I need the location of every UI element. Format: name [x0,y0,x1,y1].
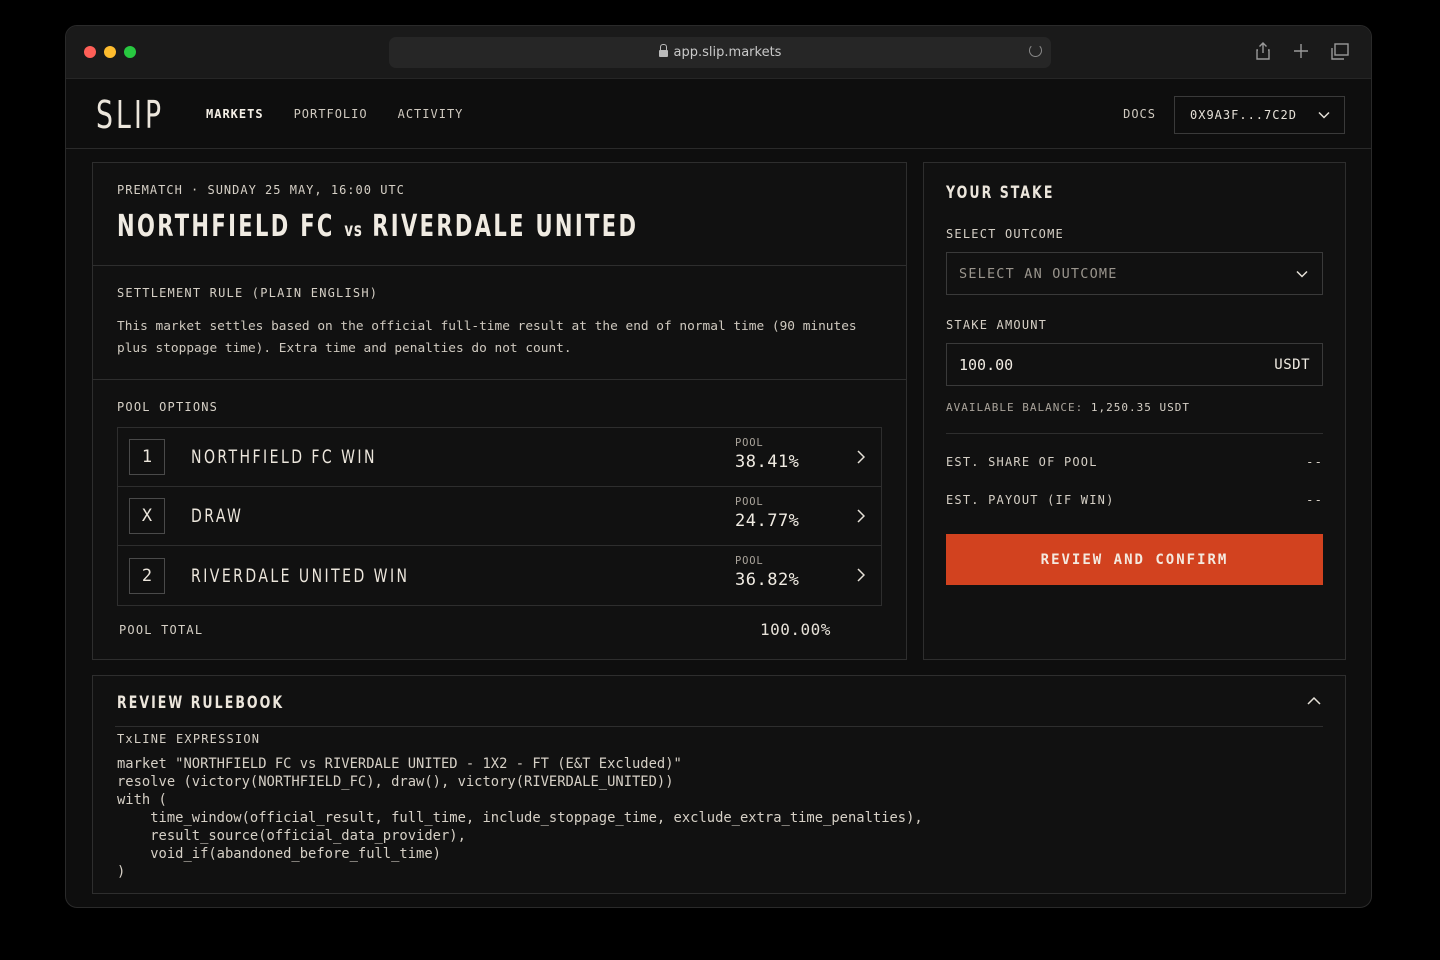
slip-logo[interactable]: SLIP [96,93,164,137]
docs-link[interactable]: DOCS [1123,107,1156,121]
option-name: NORTHFIELD FC WIN [191,446,377,468]
balance-label: AVAILABLE BALANCE: [946,401,1084,414]
option-key: 1 [129,439,165,475]
window-controls [84,46,136,58]
outcome-label: SELECT OUTCOME [946,227,1064,241]
options-list: 1 NORTHFIELD FC WIN POOL 38.41% X DRAW P… [117,427,882,606]
settlement-label: SETTLEMENT RULE (PLAIN ENGLISH) [117,286,379,300]
option-pool-value: 24.77% [735,511,800,531]
est-payout-row: EST. PAYOUT (IF WIN) -- [946,493,1323,507]
top-navigation: SLIP MARKETS PORTFOLIO ACTIVITY DOCS 0X9… [66,79,1371,149]
zoom-window-button[interactable] [124,46,136,58]
chevron-down-icon [1296,270,1308,278]
chevron-right-icon [857,450,865,464]
outcome-placeholder: SELECT AN OUTCOME [959,265,1118,282]
share-icon[interactable] [1255,42,1271,60]
browser-chrome: app.slip.markets [66,26,1371,79]
outcome-select[interactable]: SELECT AN OUTCOME [946,252,1323,295]
est-payout-label: EST. PAYOUT (IF WIN) [946,493,1115,507]
stake-currency: USDT [1274,356,1310,373]
wallet-address: 0X9A3F...7C2D [1190,108,1297,122]
chevron-up-icon[interactable] [1307,696,1321,705]
match-title: NORTHFIELD FC vs RIVERDALE UNITED [117,209,714,244]
match-status: PREMATCH · SUNDAY 25 MAY, 16:00 UTC [117,183,405,197]
rulebook-header[interactable]: REVIEW RULEBOOK [115,676,1323,727]
chevron-right-icon [857,568,865,582]
option-pool-label: POOL [735,555,764,567]
stake-amount-input[interactable]: 100.00 USDT [946,343,1323,386]
pool-total-value: 100.00% [760,620,831,639]
option-pool: POOL 38.41% [735,437,799,472]
reload-icon[interactable] [1029,44,1042,57]
option-name: DRAW [191,505,244,527]
url-text: app.slip.markets [673,45,782,60]
vs-label: vs [344,219,363,241]
option-pool: POOL 24.77% [735,496,799,531]
option-name: RIVERDALE UNITED WIN [191,564,410,587]
new-tab-icon[interactable] [1293,43,1309,59]
chevron-down-icon [1318,111,1330,119]
wallet-button[interactable]: 0X9A3F...7C2D [1174,96,1345,134]
home-team: NORTHFIELD FC [117,209,335,244]
pool-options: POOL OPTIONS 1 NORTHFIELD FC WIN POOL 38… [93,380,906,643]
expression-label: TxLINE EXPRESSION [117,732,261,746]
divider [946,433,1323,434]
browser-actions [1255,42,1349,60]
option-away-win[interactable]: 2 RIVERDALE UNITED WIN POOL 36.82% [118,546,881,605]
pool-total-label: POOL TOTAL [119,623,204,637]
option-pool-value: 38.41% [735,452,800,472]
est-share-value: -- [1306,455,1323,469]
browser-window: app.slip.markets SLIP MARKETS PORTFOLIO … [65,25,1372,908]
balance-value: 1,250.35 USDT [1090,401,1190,414]
est-share-row: EST. SHARE OF POOL -- [946,455,1323,469]
pool-options-label: POOL OPTIONS [117,400,219,414]
nav-activity[interactable]: ACTIVITY [398,107,464,121]
pool-total: POOL TOTAL 100.00% [117,620,882,643]
minimize-window-button[interactable] [104,46,116,58]
option-pool-label: POOL [735,437,764,449]
away-team: RIVERDALE UNITED [372,209,639,244]
txline-expression: market "NORTHFIELD FC vs RIVERDALE UNITE… [117,756,923,880]
est-payout-value: -- [1306,493,1323,507]
option-pool: POOL 36.82% [735,555,799,590]
option-key: X [129,498,165,534]
review-confirm-button[interactable]: REVIEW AND CONFIRM [946,534,1323,585]
rulebook-title: REVIEW RULEBOOK [117,693,285,713]
option-key: 2 [129,557,165,594]
stake-amount-label: STAKE AMOUNT [946,318,1048,332]
main-nav: MARKETS PORTFOLIO ACTIVITY [206,107,463,121]
lock-icon [658,44,668,59]
address-bar[interactable]: app.slip.markets [389,37,1051,68]
option-pool-value: 36.82% [735,570,800,590]
nav-markets[interactable]: MARKETS [206,107,264,121]
market-header: PREMATCH · SUNDAY 25 MAY, 16:00 UTC NORT… [93,163,906,266]
option-pool-label: POOL [735,496,764,508]
nav-portfolio[interactable]: PORTFOLIO [294,107,368,121]
chevron-right-icon [857,509,865,523]
option-home-win[interactable]: 1 NORTHFIELD FC WIN POOL 38.41% [118,428,881,487]
tabs-overview-icon[interactable] [1331,42,1349,60]
available-balance: AVAILABLE BALANCE: 1,250.35 USDT [946,401,1323,414]
close-window-button[interactable] [84,46,96,58]
rulebook-panel: REVIEW RULEBOOK TxLINE EXPRESSION market… [92,675,1346,894]
stake-panel: YOUR STAKE SELECT OUTCOME SELECT AN OUTC… [923,162,1346,660]
stake-title: YOUR STAKE [946,183,1055,203]
est-share-label: EST. SHARE OF POOL [946,455,1098,469]
stake-amount-value: 100.00 [959,355,1014,374]
settlement-rule: SETTLEMENT RULE (PLAIN ENGLISH) This mar… [93,266,906,380]
option-draw[interactable]: X DRAW POOL 24.77% [118,487,881,546]
settlement-text: This market settles based on the officia… [117,319,857,356]
market-panel: PREMATCH · SUNDAY 25 MAY, 16:00 UTC NORT… [92,162,907,660]
